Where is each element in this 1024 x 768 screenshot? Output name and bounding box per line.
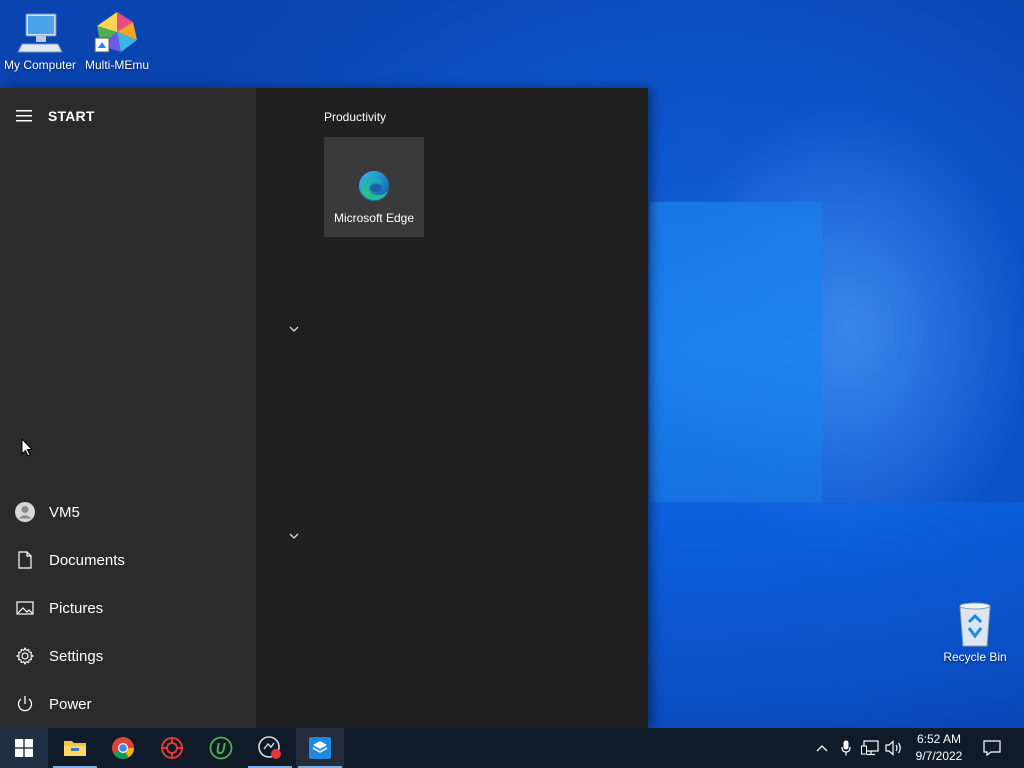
start-item-label: Documents (49, 551, 125, 569)
windows-logo-icon (15, 739, 33, 757)
chevron-down-icon[interactable] (288, 323, 300, 335)
desktop-icon-my-computer[interactable]: My Computer (0, 8, 80, 72)
start-item-power[interactable]: Power (0, 682, 256, 726)
record-icon (258, 736, 281, 759)
hamburger-icon (16, 110, 32, 122)
box-icon (309, 737, 331, 759)
user-avatar-icon (14, 502, 35, 522)
clock-date: 9/7/2022 (915, 749, 963, 763)
start-item-label: Settings (49, 647, 104, 665)
tile-microsoft-edge[interactable]: Microsoft Edge (324, 137, 424, 237)
taskbar-clock[interactable]: 6:52 AM 9/7/2022 (910, 731, 968, 765)
taskbar-box-app[interactable] (296, 728, 344, 768)
start-item-documents[interactable]: Documents (0, 538, 256, 582)
chevron-up-icon (816, 745, 828, 752)
taskbar-utorrent[interactable] (197, 728, 245, 768)
red-gear-icon (161, 737, 183, 759)
computer-icon (16, 8, 64, 56)
taskbar: 6:52 AM 9/7/2022 (0, 728, 1024, 768)
file-explorer-icon (64, 741, 86, 756)
start-button[interactable] (0, 728, 48, 768)
utorrent-icon (209, 736, 233, 760)
clock-time: 6:52 AM (916, 732, 962, 746)
power-icon (17, 696, 32, 712)
start-menu: START VM5 Documents Pictures Settings Po… (0, 88, 648, 728)
edge-icon (357, 169, 391, 203)
network-tray-button[interactable] (860, 738, 880, 758)
mouse-cursor-icon (21, 438, 33, 457)
desktop-icon-recycle-bin[interactable]: Recycle Bin (935, 600, 1015, 664)
desktop-icon-multi-memu[interactable]: Multi-MEmu (77, 8, 157, 72)
show-hidden-icons-button[interactable] (812, 738, 832, 758)
document-icon (17, 551, 32, 569)
recycle-bin-icon (951, 600, 999, 648)
taskbar-file-explorer[interactable] (51, 728, 99, 768)
chrome-icon (112, 737, 134, 759)
desktop-icon-label: Recycle Bin (943, 650, 1007, 664)
chevron-down-icon[interactable] (288, 530, 300, 542)
start-item-pictures[interactable]: Pictures (0, 586, 256, 630)
taskbar-app-red-gear[interactable] (148, 728, 196, 768)
tile-group-label[interactable]: Productivity (324, 110, 386, 124)
start-title: START (48, 108, 95, 124)
start-header: START (0, 102, 256, 130)
microphone-icon (841, 740, 851, 756)
pictures-icon (15, 601, 34, 615)
start-item-label: VM5 (49, 503, 80, 521)
taskbar-recorder[interactable] (246, 728, 294, 768)
tile-label: Microsoft Edge (333, 211, 415, 225)
wallpaper-window-pane (650, 202, 822, 502)
network-icon (861, 740, 879, 756)
speaker-icon (885, 740, 901, 756)
desktop-icon-label: Multi-MEmu (84, 58, 149, 72)
start-item-settings[interactable]: Settings (0, 634, 256, 678)
hamburger-menu-button[interactable] (0, 102, 48, 130)
microphone-tray-button[interactable] (836, 738, 856, 758)
action-center-button[interactable] (981, 737, 1003, 759)
desktop-icon-label: My Computer (3, 58, 77, 72)
start-item-label: Pictures (49, 599, 104, 617)
start-menu-tiles-pane: Productivity Microsoft Edge (256, 88, 648, 728)
notification-icon (983, 740, 1001, 756)
volume-tray-button[interactable] (884, 738, 904, 758)
start-item-label: Power (49, 695, 92, 713)
taskbar-chrome[interactable] (99, 728, 147, 768)
start-item-user[interactable]: VM5 (0, 490, 256, 534)
gear-icon (15, 647, 34, 665)
start-menu-left-pane: START VM5 Documents Pictures Settings Po… (0, 88, 256, 728)
multi-memu-icon (93, 8, 141, 56)
